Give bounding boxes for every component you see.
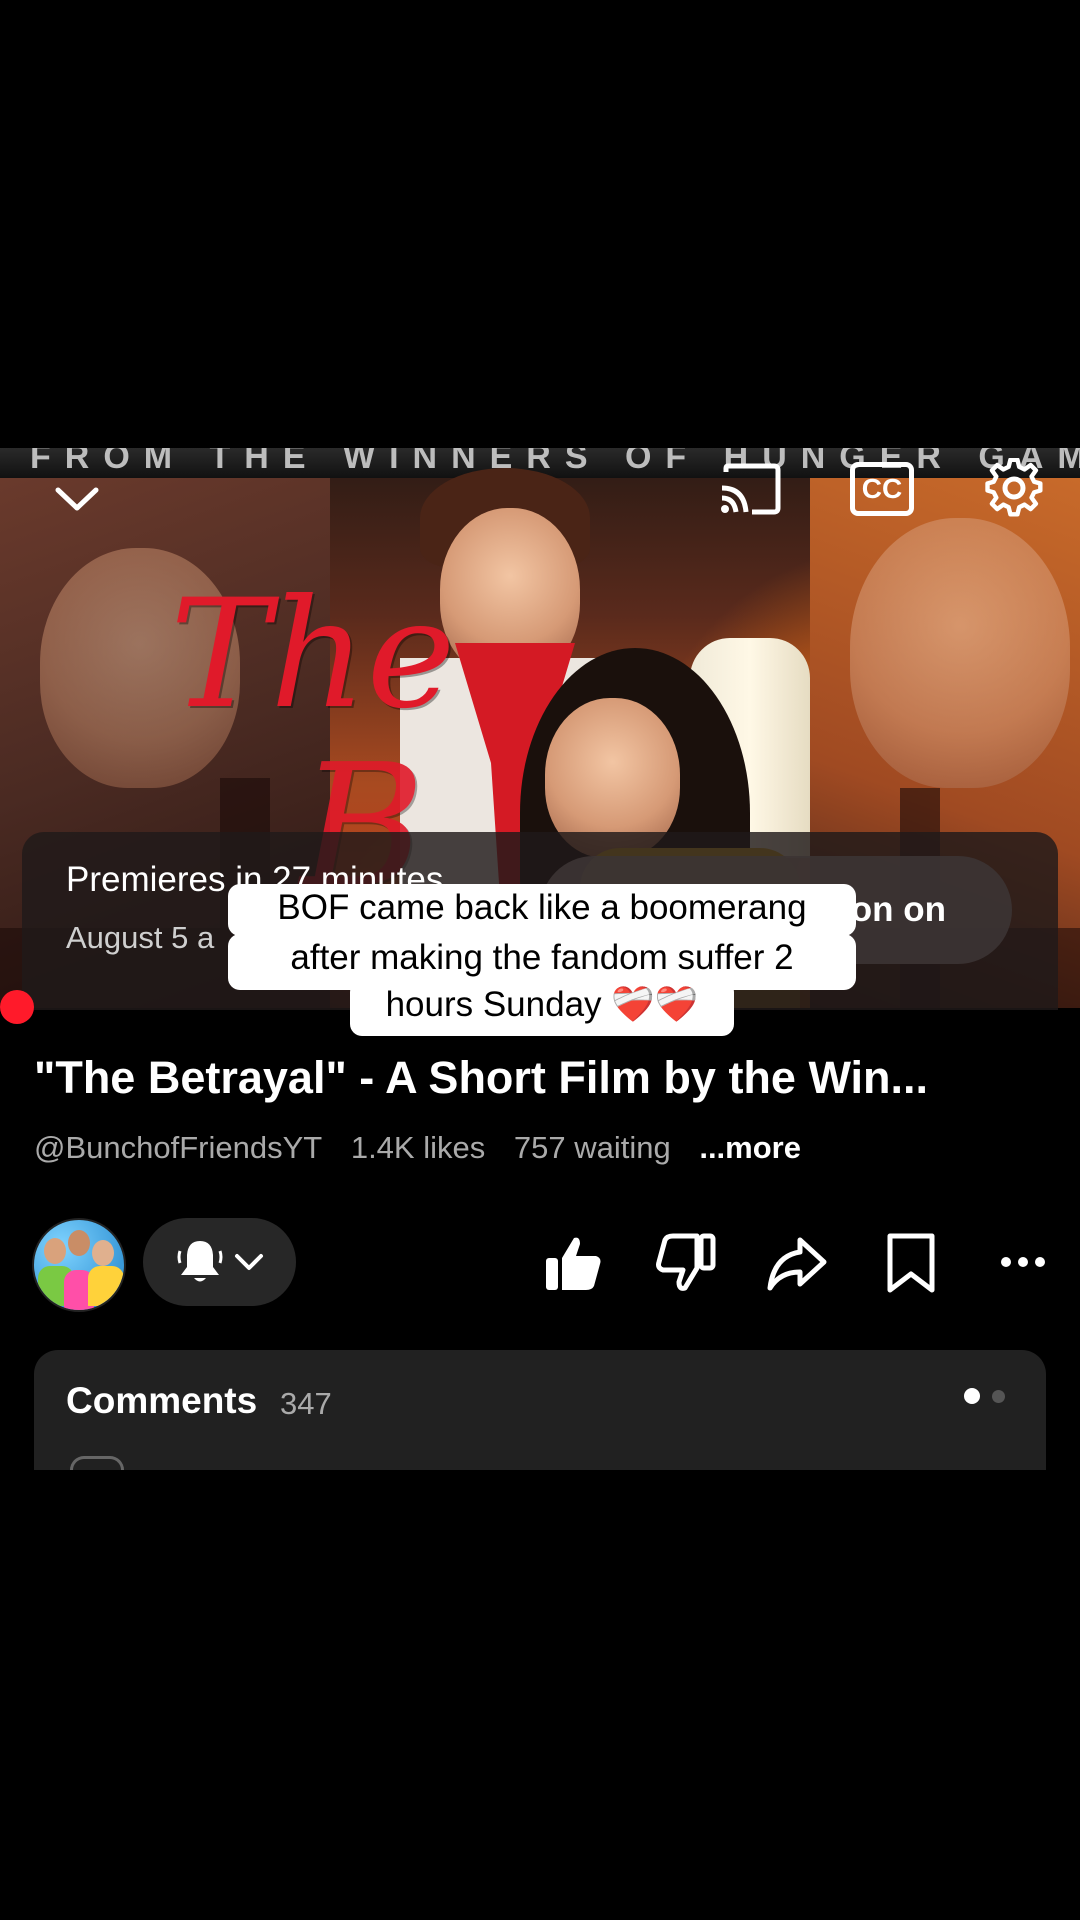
video-meta-row: @BunchofFriendsYT 1.4K likes 757 waiting… [34, 1130, 821, 1166]
thumbnail-script-title: The [170, 568, 456, 742]
gear-icon[interactable] [984, 457, 1044, 518]
avatar-face-1 [44, 1238, 66, 1264]
bookmark-icon[interactable] [884, 1232, 938, 1294]
pager-dot-active [964, 1388, 980, 1404]
subscription-bell-button[interactable] [143, 1218, 296, 1306]
progress-scrubber[interactable] [0, 990, 34, 1024]
pager-dot [992, 1390, 1005, 1403]
share-icon[interactable] [766, 1232, 828, 1294]
commenter-avatar-partial [70, 1456, 124, 1470]
thumbs-up-icon[interactable] [542, 1232, 604, 1294]
notify-label: on on [850, 890, 946, 929]
cast-icon[interactable] [718, 462, 782, 516]
chevron-down-icon[interactable] [52, 478, 102, 518]
cc-button[interactable]: CC [850, 462, 914, 516]
avatar-shirt-3 [88, 1266, 124, 1306]
bell-icon [177, 1241, 222, 1282]
caption-line-1: BOF came back like a boomerang [228, 884, 856, 936]
chevron-down-icon [234, 1254, 263, 1270]
channel-handle[interactable]: @BunchofFriendsYT [34, 1130, 322, 1165]
banner-top-text: FROM THE WINNERS OF HUNGER GAMES [30, 448, 1080, 476]
avatar-face-3 [92, 1240, 114, 1266]
more-link[interactable]: ...more [699, 1130, 801, 1165]
premiere-date: August 5 a [66, 920, 215, 955]
video-title[interactable]: "The Betrayal" - A Short Film by the Win… [34, 1052, 928, 1104]
comments-count: 347 [280, 1386, 332, 1421]
waiting-count: 757 waiting [513, 1130, 671, 1165]
avatar-face-2 [68, 1230, 90, 1256]
channel-avatar[interactable] [32, 1218, 126, 1312]
thumbnail-face-right [850, 518, 1070, 788]
cc-label: CC [861, 473, 903, 504]
caption-line-3: hours Sunday ❤️‍🩹❤️‍🩹 [350, 980, 734, 1036]
more-horizontal-icon[interactable] [1000, 1252, 1046, 1272]
thumbs-down-icon[interactable] [655, 1232, 717, 1294]
comments-label: Comments [66, 1380, 258, 1421]
likes-count: 1.4K likes [350, 1130, 486, 1165]
